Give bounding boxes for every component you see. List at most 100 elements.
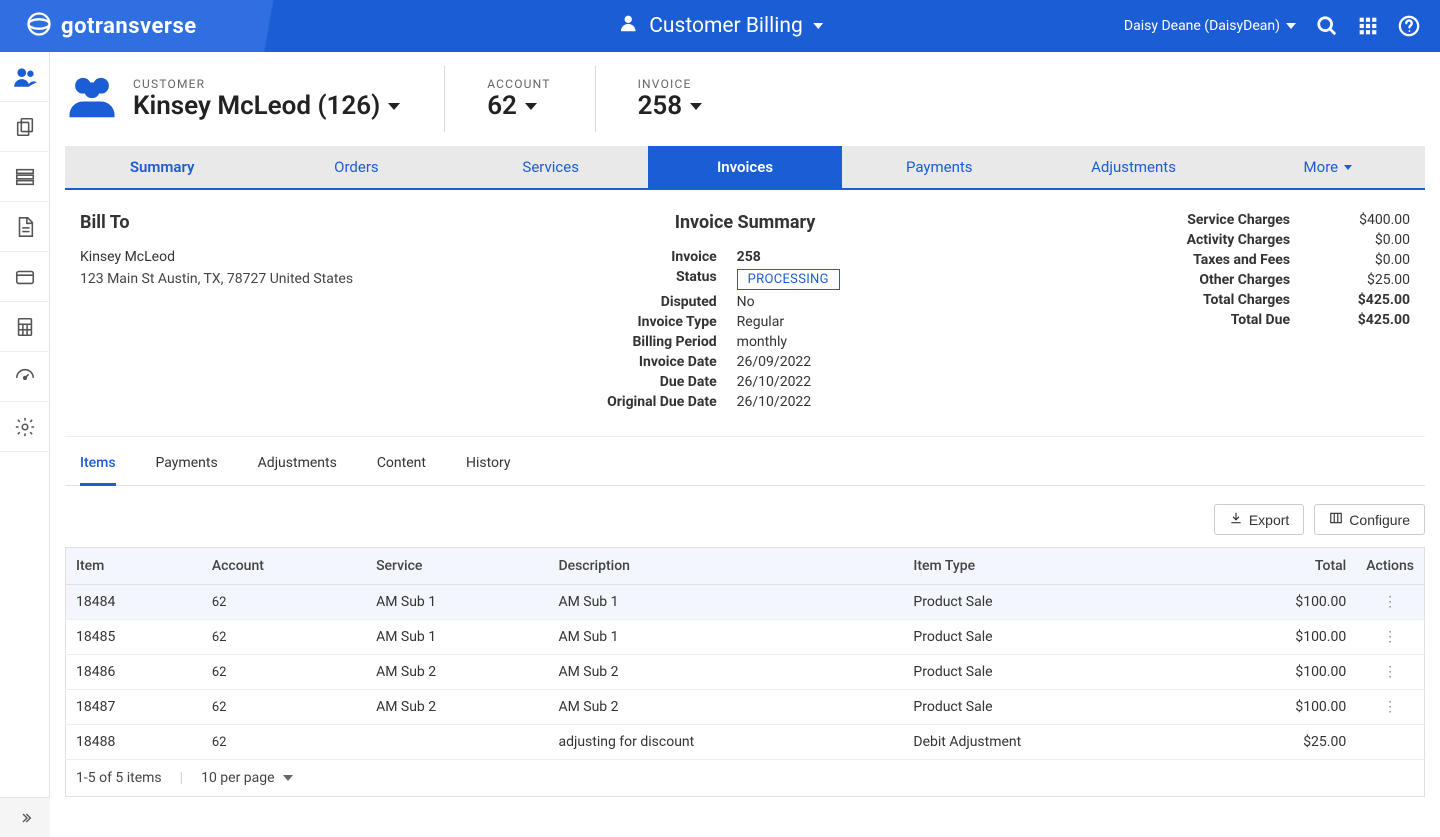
table-row[interactable]: 1848662AM Sub 2AM Sub 2Product Sale$100.…: [66, 655, 1425, 690]
field-label: Original Due Date: [537, 394, 737, 410]
field-label: Invoice: [537, 249, 737, 265]
col-item[interactable]: Item: [66, 548, 202, 585]
col-description[interactable]: Description: [548, 548, 903, 585]
brand-text: gotransverse: [61, 14, 197, 39]
user-menu[interactable]: Daisy Deane (DaisyDean): [1124, 18, 1296, 34]
total-value: $25.00: [1290, 272, 1410, 288]
field-value: 26/09/2022: [737, 354, 954, 370]
user-icon: [617, 12, 639, 40]
row-actions-menu[interactable]: ⋮: [1383, 595, 1397, 609]
nav-copy[interactable]: [0, 102, 50, 152]
col-account[interactable]: Account: [202, 548, 366, 585]
col-service[interactable]: Service: [366, 548, 548, 585]
totals-section: Service Charges$400.00Activity Charges$0…: [993, 212, 1410, 414]
nav-calculator[interactable]: [0, 302, 50, 352]
columns-icon: [1329, 511, 1343, 528]
bc-invoice-label: INVOICE: [638, 77, 703, 91]
chevron-down-icon: [283, 775, 293, 781]
subtab-history[interactable]: History: [466, 443, 511, 485]
subtabs: Items Payments Adjustments Content History: [65, 443, 1425, 486]
export-button[interactable]: Export: [1214, 504, 1304, 535]
tab-services[interactable]: Services: [454, 146, 648, 190]
invoice-summary-heading: Invoice Summary: [537, 212, 954, 233]
col-total[interactable]: Total: [1195, 548, 1357, 585]
table-row[interactable]: 1848462AM Sub 1AM Sub 1Product Sale$100.…: [66, 585, 1425, 620]
sidenav: [0, 52, 50, 837]
table-row[interactable]: 1848862adjusting for discountDebit Adjus…: [66, 725, 1425, 760]
nav-customers[interactable]: [0, 52, 50, 102]
total-value: $425.00: [1290, 292, 1410, 308]
invoice-summary-section: Invoice Summary Invoice258StatusPROCESSI…: [537, 212, 954, 414]
nav-document[interactable]: [0, 202, 50, 252]
tab-invoices[interactable]: Invoices: [648, 146, 842, 190]
apps-grid-icon[interactable]: [1358, 16, 1378, 36]
field-label: Billing Period: [537, 334, 737, 350]
table-row[interactable]: 1848762AM Sub 2AM Sub 2Product Sale$100.…: [66, 690, 1425, 725]
field-label: Invoice Date: [537, 354, 737, 370]
nav-stack[interactable]: [0, 152, 50, 202]
help-icon[interactable]: [1398, 15, 1420, 37]
subtab-adjustments[interactable]: Adjustments: [258, 443, 337, 485]
configure-button[interactable]: Configure: [1314, 504, 1425, 535]
total-label: Service Charges: [993, 212, 1290, 228]
row-actions-menu[interactable]: ⋮: [1383, 700, 1397, 714]
subtab-content[interactable]: Content: [377, 443, 426, 485]
main-tabs: SummaryOrdersServicesInvoicesPaymentsAdj…: [65, 146, 1425, 190]
subtab-items[interactable]: Items: [80, 443, 116, 486]
bc-invoice-value[interactable]: 258: [638, 91, 703, 121]
table-count: 1-5 of 5 items: [76, 770, 162, 786]
table-row[interactable]: 1848562AM Sub 1AM Sub 1Product Sale$100.…: [66, 620, 1425, 655]
total-label: Other Charges: [993, 272, 1290, 288]
search-icon[interactable]: [1316, 15, 1338, 37]
customer-icon: [65, 70, 119, 128]
sidenav-toggle[interactable]: [0, 797, 50, 837]
bc-customer-value[interactable]: Kinsey McLeod (126): [133, 91, 400, 121]
total-label: Taxes and Fees: [993, 252, 1290, 268]
total-value: $400.00: [1290, 212, 1410, 228]
brand[interactable]: gotransverse: [0, 10, 197, 42]
field-value: 26/10/2022: [737, 394, 954, 410]
bc-account-value[interactable]: 62: [487, 91, 550, 121]
total-value: $425.00: [1290, 312, 1410, 328]
field-value: Regular: [737, 314, 954, 330]
total-label: Total Due: [993, 312, 1290, 328]
tab-orders[interactable]: Orders: [259, 146, 453, 190]
tab-summary[interactable]: Summary: [65, 146, 259, 190]
total-value: $0.00: [1290, 252, 1410, 268]
row-actions-menu[interactable]: ⋮: [1383, 630, 1397, 644]
tab-adjustments[interactable]: Adjustments: [1036, 146, 1230, 190]
billto-heading: Bill To: [80, 212, 497, 233]
field-label: Invoice Type: [537, 314, 737, 330]
user-display: Daisy Deane (DaisyDean): [1124, 18, 1280, 34]
field-label: Status: [537, 269, 737, 290]
total-value: $0.00: [1290, 232, 1410, 248]
col-item-type[interactable]: Item Type: [903, 548, 1194, 585]
field-value: No: [737, 294, 954, 310]
separator: |: [180, 770, 183, 786]
chevron-down-icon: [1286, 23, 1296, 29]
chevron-down-icon: [813, 23, 823, 29]
context-switcher[interactable]: Customer Billing: [617, 12, 823, 40]
nav-settings[interactable]: [0, 402, 50, 452]
context-label: Customer Billing: [649, 14, 803, 38]
bc-account-label: ACCOUNT: [487, 77, 550, 91]
chevron-down-icon: [690, 103, 702, 110]
chevron-down-icon: [525, 103, 537, 110]
status-badge: PROCESSING: [737, 269, 840, 290]
row-actions-menu[interactable]: ⋮: [1383, 665, 1397, 679]
tab-payments[interactable]: Payments: [842, 146, 1036, 190]
field-label: Disputed: [537, 294, 737, 310]
bc-customer-label: CUSTOMER: [133, 77, 400, 91]
per-page-selector[interactable]: 10 per page: [201, 770, 292, 786]
billto-section: Bill To Kinsey McLeod 123 Main St Austin…: [80, 212, 497, 414]
nav-dashboard[interactable]: [0, 352, 50, 402]
items-table: ItemAccountServiceDescriptionItem TypeTo…: [65, 547, 1425, 760]
tab-more[interactable]: More: [1231, 146, 1425, 190]
subtab-payments[interactable]: Payments: [156, 443, 218, 485]
field-value: monthly: [737, 334, 954, 350]
chevron-down-icon: [1344, 165, 1352, 170]
download-icon: [1229, 511, 1243, 528]
nav-card[interactable]: [0, 252, 50, 302]
brand-icon: [25, 10, 53, 42]
col-actions[interactable]: Actions: [1356, 548, 1424, 585]
